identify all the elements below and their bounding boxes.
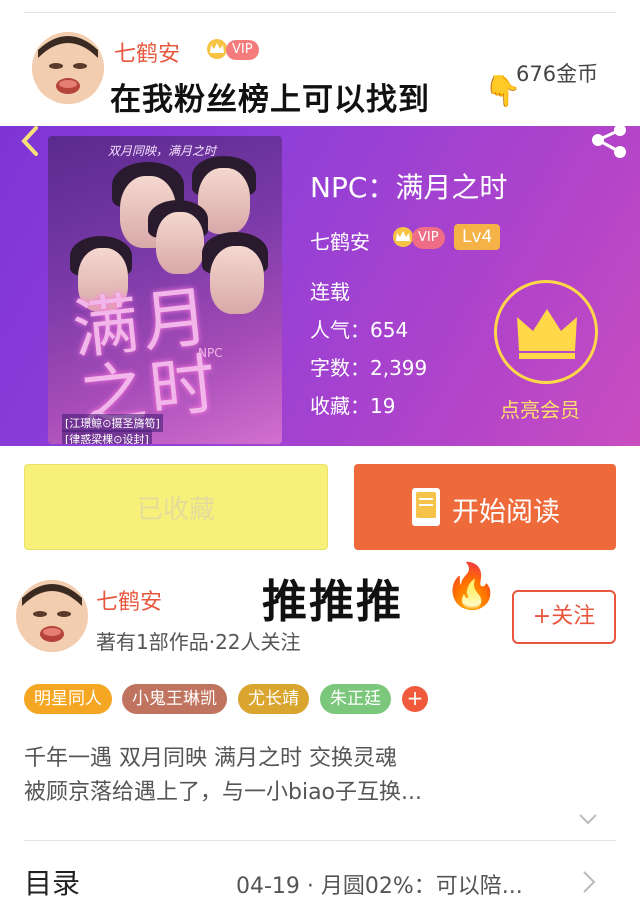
divider xyxy=(24,840,616,841)
intro-line-1: 千年一遇 双月同映 满月之时 交换灵魂 xyxy=(24,746,397,771)
commenter-name[interactable]: 七鹤安 xyxy=(114,36,180,68)
cover-figure xyxy=(156,212,204,274)
book-favorites: 收藏：19 xyxy=(310,394,396,418)
tag-0[interactable]: 明星同人 xyxy=(24,684,112,714)
book-icon xyxy=(412,488,440,526)
cover-credit: [律惑梁棵⊙设封] xyxy=(62,430,152,444)
cover-sub: NPC xyxy=(198,346,223,360)
commenter-avatar[interactable] xyxy=(32,32,104,104)
book-cover[interactable]: 双月同映，满月之时 满月之时 NPC [江璟鲸⊙摄圣旖笱] [律惑梁棵⊙设封] xyxy=(48,136,282,444)
author-vip-badge: VIP xyxy=(412,227,445,249)
book-word-count: 字数：2,399 xyxy=(310,356,428,380)
book-header: 双月同映，满月之时 满月之时 NPC [江璟鲸⊙摄圣旖笱] [律惑梁棵⊙设封] … xyxy=(0,126,640,446)
tag-2[interactable]: 尤长靖 xyxy=(238,684,309,714)
top-divider xyxy=(24,12,616,13)
chevron-down-icon[interactable] xyxy=(578,812,598,826)
share-icon[interactable] xyxy=(584,126,628,162)
start-reading-button[interactable]: 开始阅读 xyxy=(354,464,616,550)
start-reading-label: 开始阅读 xyxy=(452,497,560,528)
collected-button[interactable]: 已收藏 xyxy=(24,464,328,550)
tag-1[interactable]: 小鬼王琳凯 xyxy=(122,684,227,714)
overlay-push-text: 推推推 xyxy=(262,575,404,628)
cover-title: 满月之时 xyxy=(68,277,224,437)
book-author[interactable]: 七鹤安 xyxy=(310,226,370,255)
latest-chapter[interactable]: 04-19 · 月圆02%：可以陪... xyxy=(236,868,523,900)
book-intro[interactable]: 千年一遇 双月同映 满月之时 交换灵魂 被顾京落给遇上了，与一小biao子互换.… xyxy=(24,742,422,810)
catalog-label[interactable]: 目录 xyxy=(24,862,80,902)
author-avatar[interactable] xyxy=(16,580,88,652)
comment-card: 七鹤安 VIP 在我粉丝榜上可以找到 👇 676金币 xyxy=(0,14,640,126)
cover-tagline: 双月同映，满月之时 xyxy=(108,144,217,158)
crown-icon xyxy=(517,309,577,359)
more-tags-button[interactable]: + xyxy=(402,686,428,712)
chevron-right-icon[interactable] xyxy=(582,870,596,894)
back-arrow-icon[interactable] xyxy=(14,126,44,156)
member-button[interactable] xyxy=(494,280,598,384)
vip-badge: VIP xyxy=(226,40,259,60)
author-meta: 著有1部作品·22人关注 xyxy=(96,630,301,654)
book-popularity: 人气：654 xyxy=(310,318,409,342)
author-level-badge: Lv4 xyxy=(454,224,501,250)
book-title: NPC：满月之时 xyxy=(310,171,508,204)
comment-text: 在我粉丝榜上可以找到 xyxy=(110,82,430,118)
fire-emoji: 🔥 xyxy=(444,561,499,612)
book-status: 连载 xyxy=(310,280,350,304)
tag-3[interactable]: 朱正廷 xyxy=(320,684,391,714)
intro-line-2: 被顾京落给遇上了，与一小biao子互换... xyxy=(24,780,422,805)
coin-count: 676金币 xyxy=(516,62,599,86)
follow-button[interactable]: +关注 xyxy=(512,590,616,644)
member-label[interactable]: 点亮会员 xyxy=(500,394,580,423)
author-name[interactable]: 七鹤安 xyxy=(96,584,162,616)
